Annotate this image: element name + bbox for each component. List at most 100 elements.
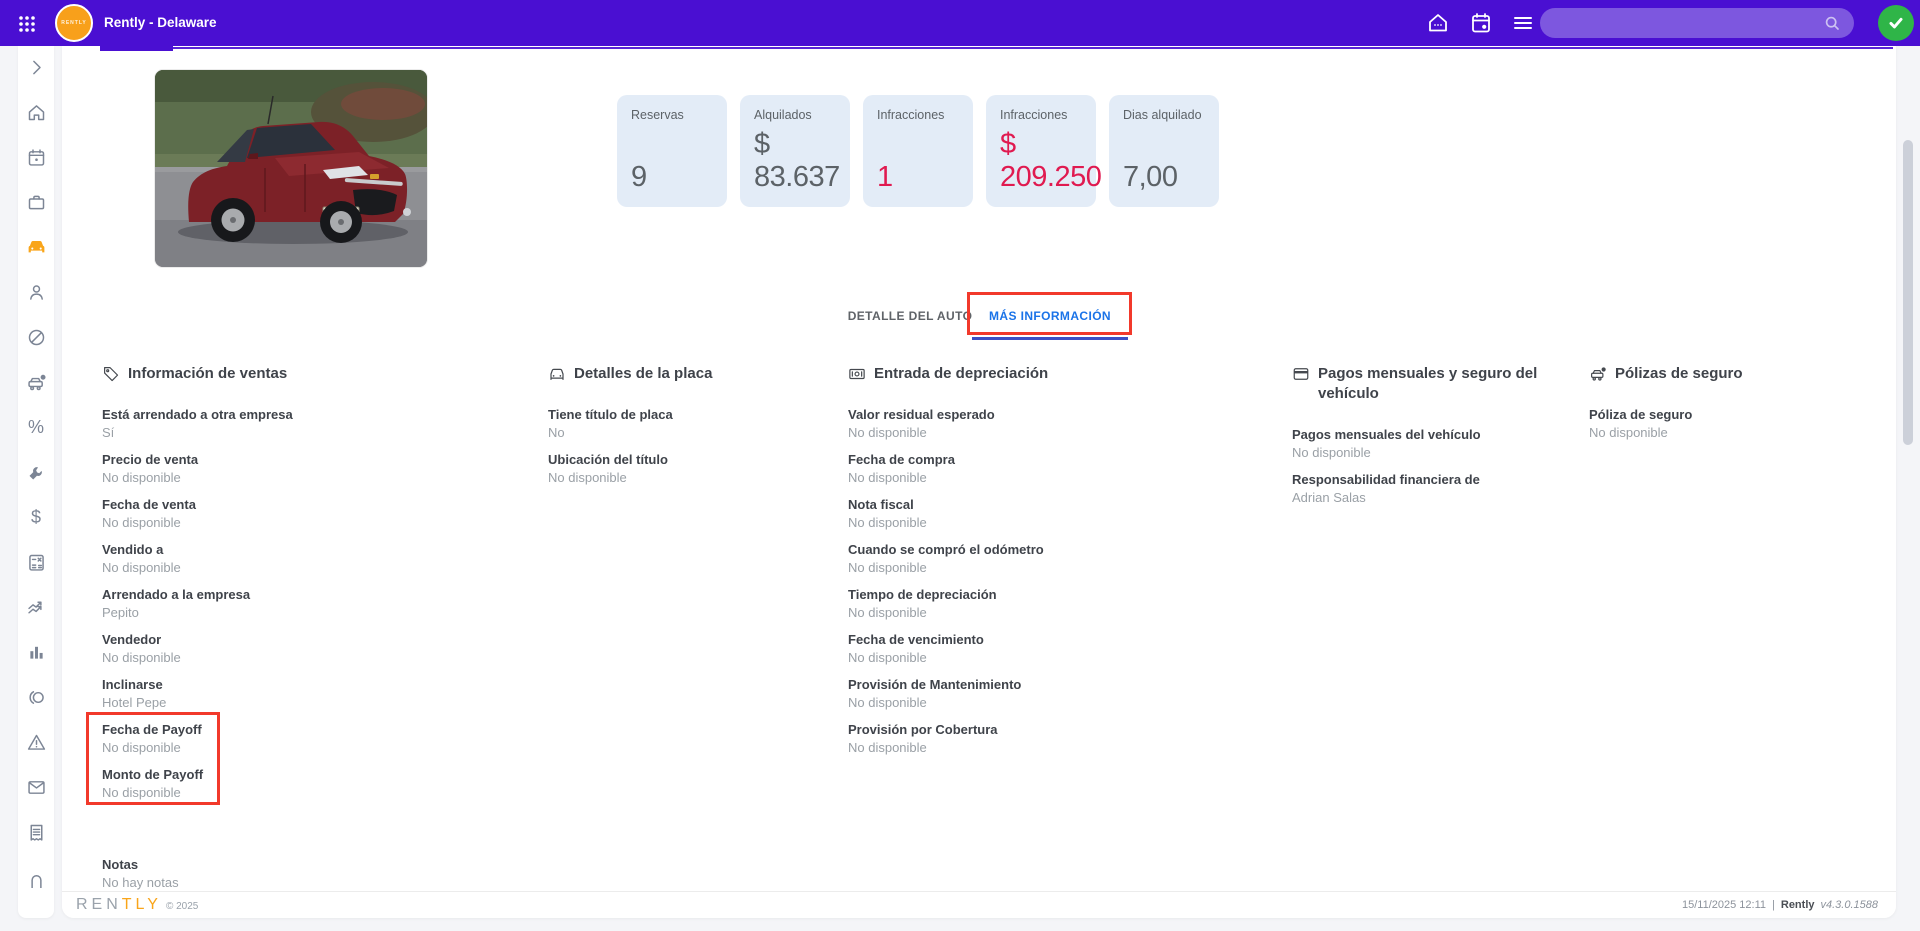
sidebar-item-customers[interactable] [21, 281, 51, 303]
field-value: No disponible [848, 425, 927, 440]
field-label: Precio de venta [102, 452, 199, 467]
app-bar: RENTLY Rently - Delaware [0, 0, 1920, 46]
circles-icon [26, 687, 47, 708]
search-icon[interactable] [1822, 13, 1842, 33]
field: Precio de venta No disponible [102, 451, 502, 486]
rently-logo[interactable]: RENTLY [55, 4, 93, 42]
field-label: Inclinarse [102, 677, 163, 692]
calendar-icon[interactable] [1468, 10, 1494, 36]
field-value: No disponible [848, 605, 927, 620]
car-policy-icon [1589, 364, 1607, 383]
sidebar-item-discounts[interactable]: % [21, 416, 51, 438]
calendar-icon [26, 147, 47, 168]
sidebar-item-sessions[interactable] [21, 686, 51, 708]
field-value: No disponible [848, 470, 927, 485]
field-value: No disponible [102, 515, 181, 530]
field: Provisión por Cobertura No disponible [848, 721, 1278, 756]
confirm-check-button[interactable] [1878, 5, 1914, 41]
app-frame: RENTLY Rently - Delaware % $ Reservas 9 … [0, 0, 1920, 931]
home-icon[interactable] [1425, 10, 1451, 36]
section-pagos-mensuales: Pagos mensuales y seguro del vehículo Pa… [1292, 364, 1542, 516]
sidebar-item-blocked[interactable] [21, 326, 51, 348]
wrench-icon [26, 462, 47, 483]
stat-card-reservas: Reservas 9 [617, 95, 727, 207]
stat-card-infracciones-count: Infracciones 1 [863, 95, 973, 207]
calculator-icon [26, 552, 47, 573]
apps-grid-icon[interactable] [12, 9, 42, 39]
sidebar-expand-button[interactable] [21, 56, 51, 78]
field-value: No disponible [1589, 425, 1668, 440]
field-label: Vendido a [102, 542, 164, 557]
person-icon [26, 282, 47, 303]
trending-icon [26, 597, 47, 618]
field-label: Está arrendado a otra empresa [102, 407, 293, 422]
field: Tiene título de placa No [548, 406, 838, 441]
field: Fecha de venta No disponible [102, 496, 502, 531]
sidebar-item-invoices[interactable] [21, 821, 51, 843]
vertical-scrollbar[interactable] [1903, 140, 1913, 445]
field-value: Adrian Salas [1292, 490, 1366, 505]
field-value: No disponible [848, 650, 927, 665]
search-bar[interactable] [1540, 8, 1854, 38]
field-value: Sí [102, 425, 115, 440]
section-title-text: Entrada de depreciación [874, 365, 1049, 382]
field-value: No disponible [102, 785, 181, 800]
search-input[interactable] [1540, 15, 1822, 31]
section-title: Pagos mensuales y seguro del vehículo [1292, 364, 1542, 404]
sidebar-item-reservations[interactable] [21, 146, 51, 168]
footer-version: v4.3.0.1588 [1820, 899, 1879, 911]
vehicle-detail-card: GDA 5501 Reservas 9 Alquilados $ 83.637 … [62, 46, 1896, 918]
field-label: Fecha de venta [102, 497, 196, 512]
rently-logo-text: RENTLY [61, 20, 87, 26]
section-detalles-de-la-placa: Detalles de la placa Tiene título de pla… [548, 364, 838, 496]
stat-label: Reservas [631, 108, 684, 122]
sidebar-item-home[interactable] [21, 101, 51, 123]
sidebar-item-more[interactable] [21, 866, 51, 888]
field-value: No disponible [102, 650, 181, 665]
menu-icon[interactable] [1510, 10, 1536, 36]
tab-detalle-del-auto[interactable]: DETALLE DEL AUTO [845, 303, 975, 323]
sidebar-item-accounting[interactable] [21, 551, 51, 573]
sidebar-item-incidents[interactable] [21, 731, 51, 753]
field-value: No disponible [848, 740, 927, 755]
field: Vendedor No disponible [102, 631, 502, 666]
car-plate-icon [548, 364, 566, 383]
section-entrada-de-depreciacion: Entrada de depreciación Valor residual e… [848, 364, 1278, 766]
sidebar-item-messages[interactable] [21, 776, 51, 798]
sidebar-item-vehicle-alerts[interactable] [21, 371, 51, 393]
sidebar-item-maintenance[interactable] [21, 461, 51, 483]
field-value: No disponible [848, 560, 927, 575]
mail-icon [26, 777, 47, 798]
briefcase-icon [26, 192, 47, 213]
stat-value: 9 [631, 161, 647, 193]
percent-icon: % [27, 417, 44, 437]
field: Fecha de compra No disponible [848, 451, 1278, 486]
field-value: No disponible [1292, 445, 1371, 460]
field-value: Pepito [102, 605, 139, 620]
page-title: Rently - Delaware [104, 15, 217, 30]
field-value: No disponible [102, 560, 181, 575]
sidebar-item-reports[interactable] [21, 641, 51, 663]
stat-label: Dias alquilado [1123, 108, 1202, 122]
car-alert-icon [26, 372, 47, 393]
sidebar-item-payments[interactable]: $ [21, 506, 51, 528]
tab-mas-informacion[interactable]: MÁS INFORMACIÓN [972, 303, 1128, 340]
receipt-icon [26, 822, 47, 843]
dollar-icon: $ [30, 507, 41, 527]
arch-icon [26, 867, 47, 888]
field: Vendido a No disponible [102, 541, 502, 576]
field: Valor residual esperado No disponible [848, 406, 1278, 441]
sidebar-item-business[interactable] [21, 191, 51, 213]
sidebar-item-trends[interactable] [21, 596, 51, 618]
credit-card-icon [1292, 364, 1310, 383]
stat-value: 1 [877, 161, 893, 193]
header-underline [173, 47, 1893, 49]
stat-card-alquilados: Alquilados $ 83.637 [740, 95, 850, 207]
field-label: Valor residual esperado [848, 407, 995, 422]
sidebar: % $ [18, 46, 54, 918]
field-value: No disponible [848, 695, 927, 710]
sidebar-item-fleet-active[interactable] [21, 236, 51, 258]
field: Nota fiscal No disponible [848, 496, 1278, 531]
footer-meta: 15/11/2025 12:11 | Rently v4.3.0.1588 [1682, 899, 1878, 911]
vehicle-photo: GDA 5501 [155, 70, 427, 267]
